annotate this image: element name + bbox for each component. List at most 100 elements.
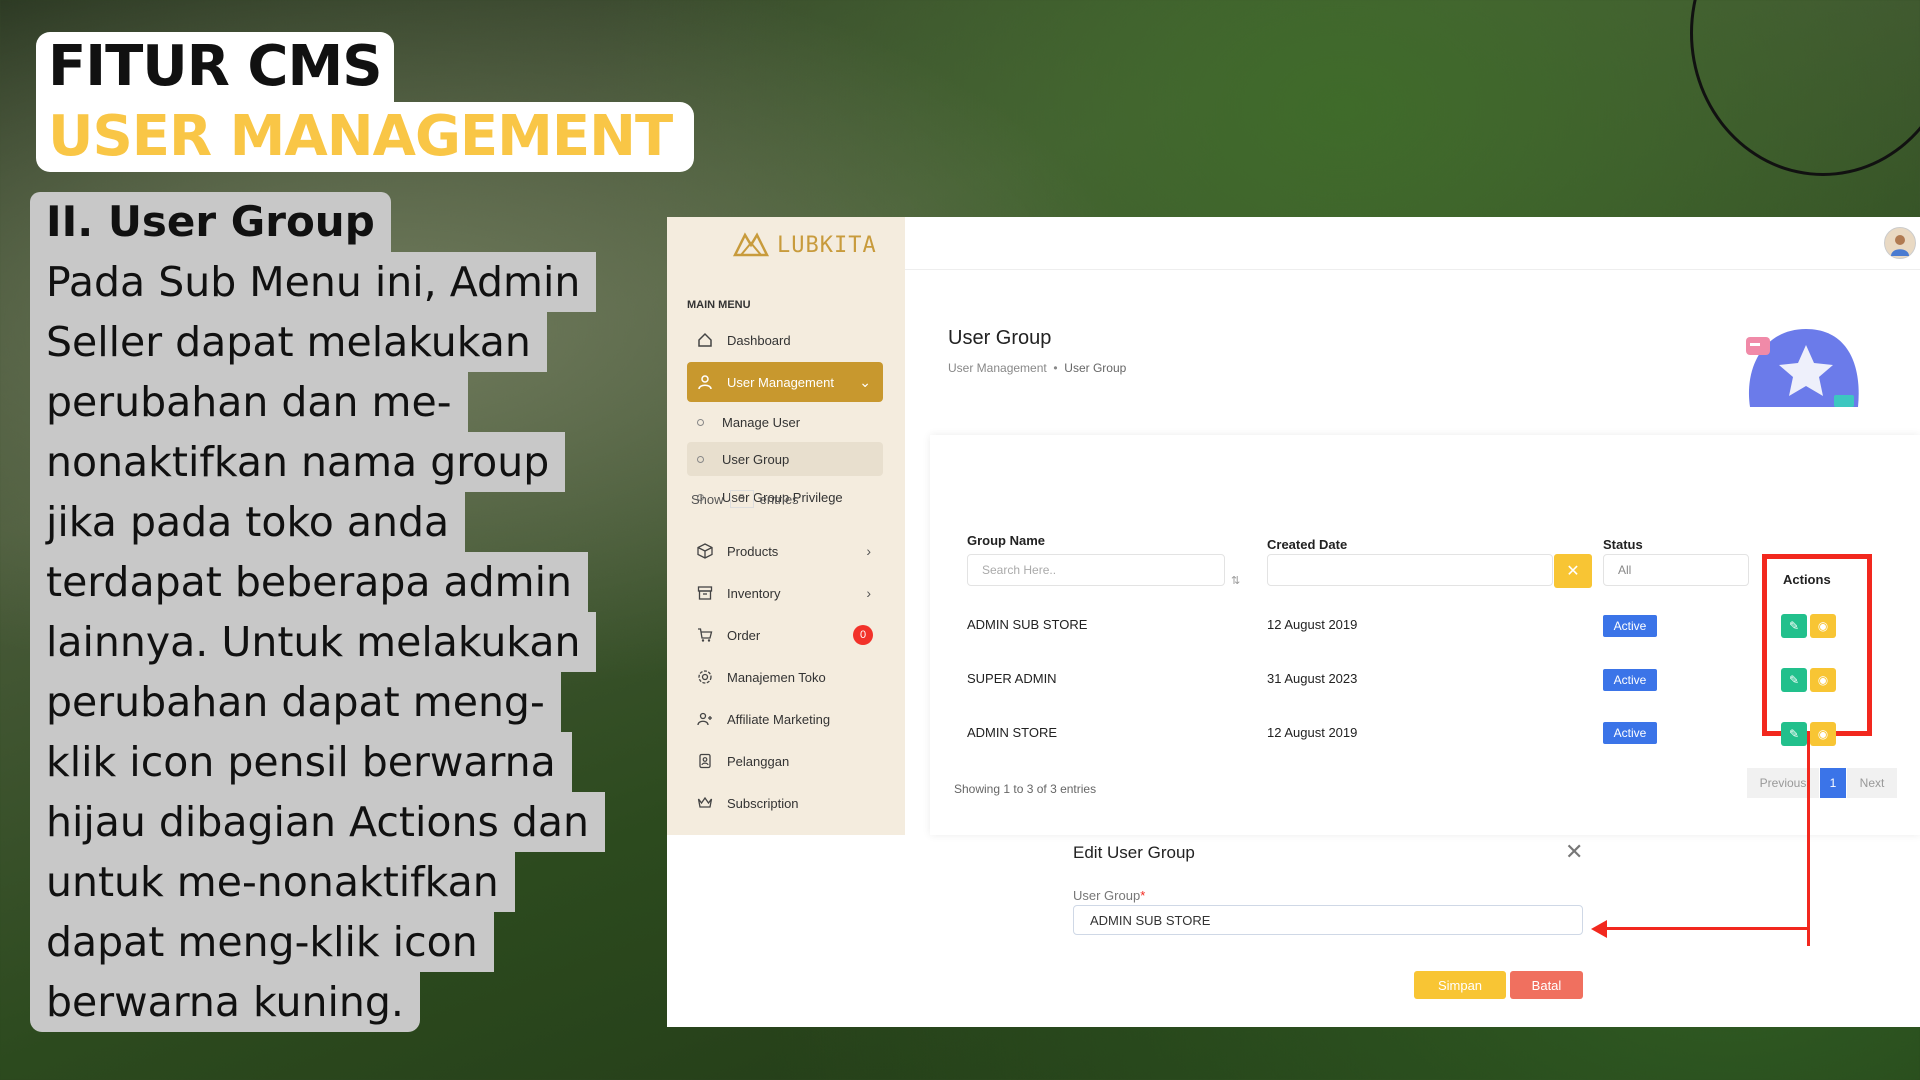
entries-selector: Show 5 entries: [691, 490, 799, 508]
sidebar-item-label: Inventory: [727, 585, 781, 601]
sidebar-item-label: Manajemen Toko: [727, 669, 826, 685]
entries-select[interactable]: 5: [729, 490, 754, 508]
section-heading: II. User Group: [30, 192, 391, 252]
header-status[interactable]: Status: [1603, 537, 1643, 552]
sidebar-item-manajemen-toko[interactable]: Manajemen Toko: [687, 657, 883, 697]
description-line: nonaktifkan nama group: [30, 432, 566, 492]
header-group-name[interactable]: Group Name: [967, 533, 1045, 548]
sidebar-item-label: Affiliate Marketing: [727, 711, 831, 727]
close-icon: ✕: [1566, 563, 1580, 580]
entries-label: entries: [759, 491, 799, 507]
logo-text: LUBKITA: [777, 232, 877, 258]
toggle-icon: ◉: [1817, 619, 1829, 633]
box-icon: [695, 541, 715, 561]
sidebar-item-label: Dashboard: [727, 332, 791, 348]
sidebar-item-label: Pelanggan: [727, 753, 790, 769]
modal-title: Edit User Group: [1073, 843, 1195, 862]
group-name-search-input[interactable]: Search Here..: [967, 554, 1225, 586]
sidebar-subitem-manage-user[interactable]: Manage User: [687, 405, 883, 439]
sidebar-item-dashboard[interactable]: Dashboard: [687, 320, 883, 360]
description-line: berwarna kuning.: [30, 972, 420, 1032]
chevron-right-icon: ›: [866, 543, 871, 559]
sidebar-item-subscription[interactable]: Subscription: [687, 783, 883, 823]
row-group-name: ADMIN SUB STORE: [967, 617, 1088, 632]
cancel-button[interactable]: Batal: [1510, 971, 1583, 999]
sidebar-subitem-label: Manage User: [722, 414, 801, 430]
edit-button[interactable]: ✎: [1781, 614, 1807, 638]
contact-icon: [695, 751, 715, 771]
status-badge: Active: [1603, 615, 1657, 637]
row-created-date: 12 August 2019: [1267, 725, 1358, 740]
chevron-right-icon: ›: [866, 585, 871, 601]
sidebar-item-affiliate-marketing[interactable]: Affiliate Marketing: [687, 699, 883, 739]
description-line: hijau dibagian Actions dan: [30, 792, 605, 852]
annotation-arrow-line: [1807, 736, 1810, 946]
edit-button[interactable]: ✎: [1781, 722, 1807, 746]
toggle-status-button[interactable]: ◉: [1810, 722, 1836, 746]
description-line: perubahan dan me-: [30, 372, 468, 432]
required-mark: *: [1140, 888, 1146, 903]
status-filter-select[interactable]: All: [1603, 554, 1749, 586]
description-line: terdapat beberapa admin: [30, 552, 588, 612]
sidebar-item-pelanggan[interactable]: Pelanggan: [687, 741, 883, 781]
bullet-icon: [697, 455, 704, 463]
sidebar-item-label: Products: [727, 543, 779, 559]
status-badge: Active: [1603, 722, 1657, 744]
toggle-status-button[interactable]: ◉: [1810, 668, 1836, 692]
topbar: [905, 217, 1920, 270]
sidebar-item-user-management[interactable]: User Management ⌄: [687, 362, 883, 402]
description-line: klik icon pensil berwarna: [30, 732, 572, 792]
sidebar-item-label: User Management: [727, 374, 834, 390]
description-line: Pada Sub Menu ini, Admin: [30, 252, 597, 312]
save-button[interactable]: Simpan: [1414, 971, 1506, 999]
row-created-date: 31 August 2023: [1267, 671, 1358, 686]
sidebar-item-products[interactable]: Products ›: [687, 531, 883, 571]
order-count-badge: 0: [853, 625, 873, 645]
sidebar-item-inventory[interactable]: Inventory ›: [687, 573, 883, 613]
toggle-icon: ◉: [1817, 673, 1829, 687]
edit-button[interactable]: ✎: [1781, 668, 1807, 692]
sidebar-item-order[interactable]: Order 0: [687, 615, 883, 655]
cart-icon: [695, 625, 715, 645]
decorative-circle: [1690, 0, 1920, 176]
bullet-icon: [697, 418, 704, 426]
sidebar-item-label: Order: [727, 627, 761, 643]
toggle-icon: ◉: [1817, 727, 1829, 741]
created-date-filter-input[interactable]: [1267, 554, 1553, 586]
clear-date-button[interactable]: ✕: [1554, 554, 1592, 588]
avatar[interactable]: [1884, 227, 1916, 259]
breadcrumb: User Management • User Group: [948, 361, 1126, 375]
crown-icon: [695, 793, 715, 813]
settings-icon: [695, 667, 715, 687]
user-group-label: User Group*: [1073, 888, 1145, 903]
pencil-icon: ✎: [1788, 673, 1800, 687]
sidebar-item-label: Subscription: [727, 795, 799, 811]
sort-icon[interactable]: ⇅: [1231, 574, 1240, 587]
pagination-page[interactable]: 1: [1820, 768, 1846, 798]
page-title: User Group: [948, 327, 1052, 349]
breadcrumb-item[interactable]: User Management: [948, 361, 1047, 375]
star-illustration-icon: [1746, 329, 1859, 407]
row-group-name: SUPER ADMIN: [967, 671, 1057, 686]
archive-icon: [695, 583, 715, 603]
toggle-status-button[interactable]: ◉: [1810, 614, 1836, 638]
pagination-next[interactable]: Next: [1847, 768, 1897, 798]
breadcrumb-item: User Group: [1064, 361, 1127, 375]
sidebar-subitem-user-group[interactable]: User Group: [687, 442, 883, 476]
header-created-date[interactable]: Created Date: [1267, 537, 1347, 552]
description-line: jika pada toko anda: [30, 492, 466, 552]
row-created-date: 12 August 2019: [1267, 617, 1358, 632]
description-line: lainnya. Untuk melakukan: [30, 612, 597, 672]
user-group-label-text: User Group: [1073, 888, 1141, 903]
sidebar-subitem-label: User Group: [722, 451, 790, 467]
close-icon[interactable]: ✕: [1565, 839, 1583, 865]
users-icon: [695, 709, 715, 729]
user-icon: [695, 372, 715, 392]
row-group-name: ADMIN STORE: [967, 725, 1058, 740]
chevron-down-icon: ⌄: [859, 373, 871, 390]
user-group-input[interactable]: ADMIN SUB STORE: [1073, 905, 1583, 935]
logo[interactable]: LUBKITA: [731, 225, 877, 265]
sidebar: LUBKITA MAIN MENU Dashboard User Managem…: [667, 217, 905, 835]
description-block: Pada Sub Menu ini, Admin Seller dapat me…: [30, 252, 660, 1032]
description-line: untuk me-nonaktifkan: [30, 852, 515, 912]
